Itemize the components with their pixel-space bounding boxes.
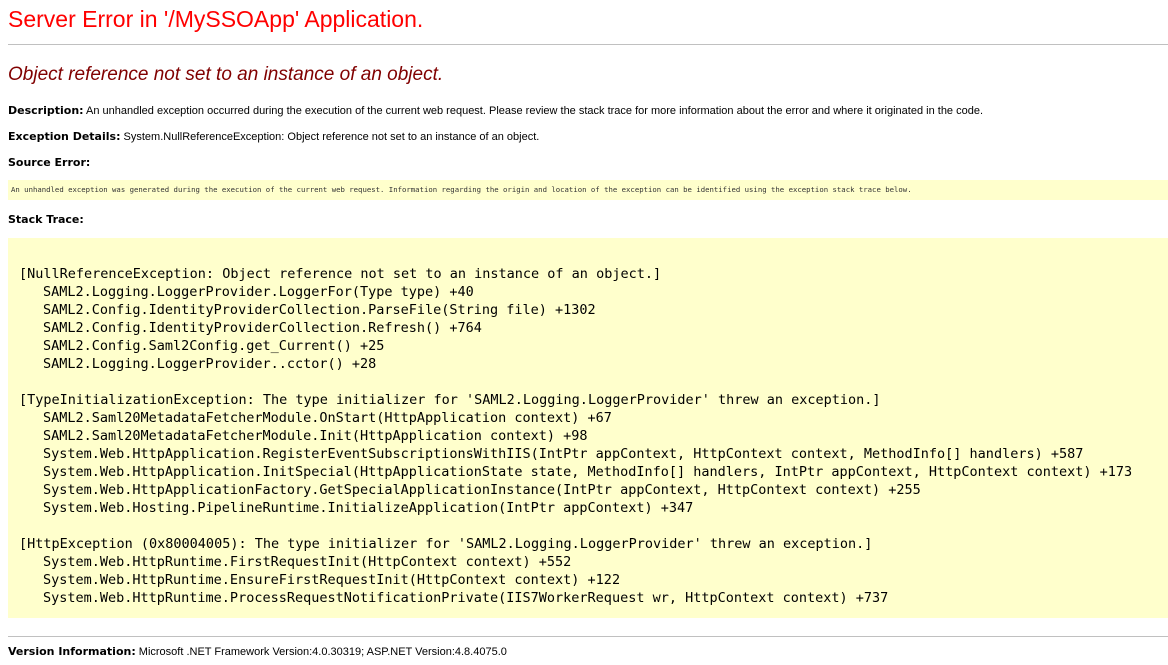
title-divider bbox=[8, 44, 1168, 45]
stack-trace-section: Stack Trace: bbox=[8, 213, 84, 226]
source-error-text: An unhandled exception was generated dur… bbox=[11, 185, 912, 194]
stack-frame: SAML2.Config.IdentityProviderCollection.… bbox=[43, 320, 482, 336]
source-error-label: Source Error: bbox=[8, 156, 91, 169]
source-error-section: Source Error: bbox=[8, 156, 90, 169]
footer-divider bbox=[8, 636, 1168, 637]
stack-frame: SAML2.Config.IdentityProviderCollection.… bbox=[43, 302, 596, 318]
exception-details-label: Exception Details: bbox=[8, 130, 121, 143]
stack-trace-label: Stack Trace: bbox=[8, 213, 84, 226]
stack-frame: System.Web.HttpApplication.RegisterEvent… bbox=[43, 446, 1084, 462]
error-message-heading: Object reference not set to an instance … bbox=[8, 64, 444, 85]
exception-header: [TypeInitializationException: The type i… bbox=[19, 392, 881, 408]
description-label: Description: bbox=[8, 104, 84, 117]
stack-frame: System.Web.HttpRuntime.FirstRequestInit(… bbox=[43, 554, 572, 570]
stack-frame: SAML2.Logging.LoggerProvider..cctor() +2… bbox=[43, 356, 377, 372]
exception-details-section: Exception Details: System.NullReferenceE… bbox=[8, 130, 539, 143]
description-text: An unhandled exception occurred during t… bbox=[83, 105, 984, 117]
stack-frame: System.Web.HttpRuntime.EnsureFirstReques… bbox=[43, 572, 621, 588]
stack-frame: System.Web.HttpRuntime.ProcessRequestNot… bbox=[43, 590, 889, 606]
stack-frame: SAML2.Logging.LoggerProvider.LoggerFor(T… bbox=[43, 284, 474, 300]
stack-trace-blank-line bbox=[19, 517, 1132, 535]
stack-frame: SAML2.Saml20MetadataFetcherModule.Init(H… bbox=[43, 428, 588, 444]
version-information-section: Version Information: Microsoft .NET Fram… bbox=[8, 645, 507, 658]
exception-header: [HttpException (0x80004005): The type in… bbox=[19, 536, 873, 552]
page-title: Server Error in '/MySSOApp' Application. bbox=[8, 6, 424, 32]
description-section: Description: An unhandled exception occu… bbox=[8, 104, 983, 117]
version-information-text: Microsoft .NET Framework Version:4.0.303… bbox=[135, 646, 507, 658]
stack-frame: System.Web.Hosting.PipelineRuntime.Initi… bbox=[43, 500, 694, 516]
version-information-label: Version Information: bbox=[8, 645, 136, 658]
stack-frame: SAML2.Saml20MetadataFetcherModule.OnStar… bbox=[43, 410, 612, 426]
stack-frame: System.Web.HttpApplication.InitSpecial(H… bbox=[43, 464, 1133, 480]
stack-frame: SAML2.Config.Saml2Config.get_Current() +… bbox=[43, 338, 385, 354]
stack-trace-box: [NullReferenceException: Object referenc… bbox=[8, 238, 1168, 618]
stack-frame: System.Web.HttpApplicationFactory.GetSpe… bbox=[43, 482, 921, 498]
exception-details-text: System.NullReferenceException: Object re… bbox=[120, 131, 540, 143]
stack-trace-lines: [NullReferenceException: Object referenc… bbox=[19, 265, 1132, 607]
stack-trace-blank-line bbox=[19, 373, 1132, 391]
source-error-box: An unhandled exception was generated dur… bbox=[8, 180, 1168, 200]
exception-header: [NullReferenceException: Object referenc… bbox=[19, 266, 662, 282]
